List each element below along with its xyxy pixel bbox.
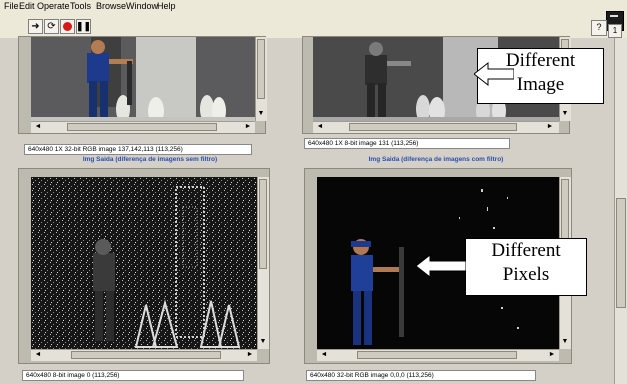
scroll-down-arrow[interactable]: ▼ [560, 109, 570, 118]
scroll-thumb[interactable] [357, 351, 517, 359]
scroll-right-arrow[interactable]: ► [547, 350, 557, 359]
horizontal-scrollbar[interactable]: ◄ ► [31, 349, 257, 361]
menu-bar: File Edit Operate Tools Browse Window He… [0, 0, 627, 17]
horizontal-scrollbar[interactable]: ◄ ► [31, 121, 255, 133]
toy-scene-image [31, 37, 255, 121]
scroll-down-arrow[interactable]: ▼ [258, 337, 268, 346]
run-continuously-icon: ⟳ [47, 20, 56, 32]
run-continuously-button[interactable]: ⟳ [44, 19, 59, 34]
image-original-rgb [31, 37, 255, 121]
image-difference-no-filter [31, 177, 257, 349]
scroll-left-arrow[interactable]: ◄ [315, 122, 325, 131]
scroll-thumb[interactable] [71, 351, 221, 359]
vertical-scrollbar[interactable]: ▼ [255, 37, 267, 121]
connector-badge: 1 [608, 24, 622, 38]
callout-different-pixels-line2: Pixels [502, 264, 550, 285]
scroll-right-arrow[interactable]: ► [243, 122, 253, 131]
run-button[interactable]: ➜ [28, 19, 43, 34]
help-button[interactable]: ? [591, 20, 607, 36]
caption-diff-no-filter: Img Saida (diferença de imagens sem filt… [82, 156, 218, 163]
scroll-right-arrow[interactable]: ► [545, 122, 555, 131]
menu-file[interactable]: File [4, 1, 19, 11]
vertical-scrollbar[interactable]: ▼ [257, 177, 269, 349]
arrow-run-icon: ➜ [31, 20, 40, 32]
callout-arrow-pixels [416, 253, 466, 279]
scroll-thumb[interactable] [259, 179, 267, 269]
image-info-top-right: 640x480 1X 8-bit image 131 (113,256) [304, 138, 510, 149]
scroll-thumb[interactable] [349, 123, 517, 131]
callout-arrow-image [474, 61, 514, 87]
window-scroll-thumb[interactable] [616, 198, 626, 308]
noisy-difference-image [31, 177, 257, 349]
horizontal-scrollbar[interactable]: ◄ ► [313, 121, 559, 133]
scroll-left-arrow[interactable]: ◄ [33, 350, 43, 359]
menu-edit[interactable]: Edit [19, 1, 35, 11]
scroll-thumb[interactable] [67, 123, 217, 131]
image-info-bottom-left: 640x480 8-bit image 0 (113,256) [22, 370, 244, 381]
horizontal-scrollbar[interactable]: ◄ ► [317, 349, 559, 361]
scroll-left-arrow[interactable]: ◄ [319, 350, 329, 359]
pause-button[interactable]: ❚❚ [76, 19, 91, 34]
scroll-right-arrow[interactable]: ► [245, 350, 255, 359]
callout-different-pixels-line1: Different [491, 240, 561, 261]
menu-help[interactable]: Help [157, 1, 176, 11]
scroll-down-arrow[interactable]: ▼ [560, 337, 570, 346]
menu-operate[interactable]: Operate [37, 1, 70, 11]
front-panel: ▼ ◄ ► 640x480 1X 32-bit RGB image 137,14… [0, 36, 614, 384]
pause-icon: ❚❚ [75, 21, 92, 31]
callout-different-pixels: Different Pixels [465, 238, 587, 296]
scroll-thumb[interactable] [257, 39, 265, 99]
menu-browse[interactable]: Browse [96, 1, 126, 11]
abort-icon [61, 20, 74, 33]
image-display-top-left: ▼ ◄ ► [18, 36, 267, 134]
menu-tools[interactable]: Tools [70, 1, 91, 11]
menu-window[interactable]: Window [126, 1, 158, 11]
abort-button[interactable] [60, 19, 75, 34]
image-display-bottom-left: ▼ ◄ ► [18, 168, 270, 364]
window-vertical-scrollbar[interactable] [614, 38, 627, 384]
caption-diff-with-filter: Img Saida (diferença de imagens com filt… [368, 156, 504, 163]
image-info-top-left: 640x480 1X 32-bit RGB image 137,142,113 … [24, 144, 252, 155]
scroll-left-arrow[interactable]: ◄ [33, 122, 43, 131]
scroll-down-arrow[interactable]: ▼ [256, 109, 266, 118]
image-info-bottom-right: 640x480 32-bit RGB image 0,0,0 (113,256) [306, 370, 536, 381]
